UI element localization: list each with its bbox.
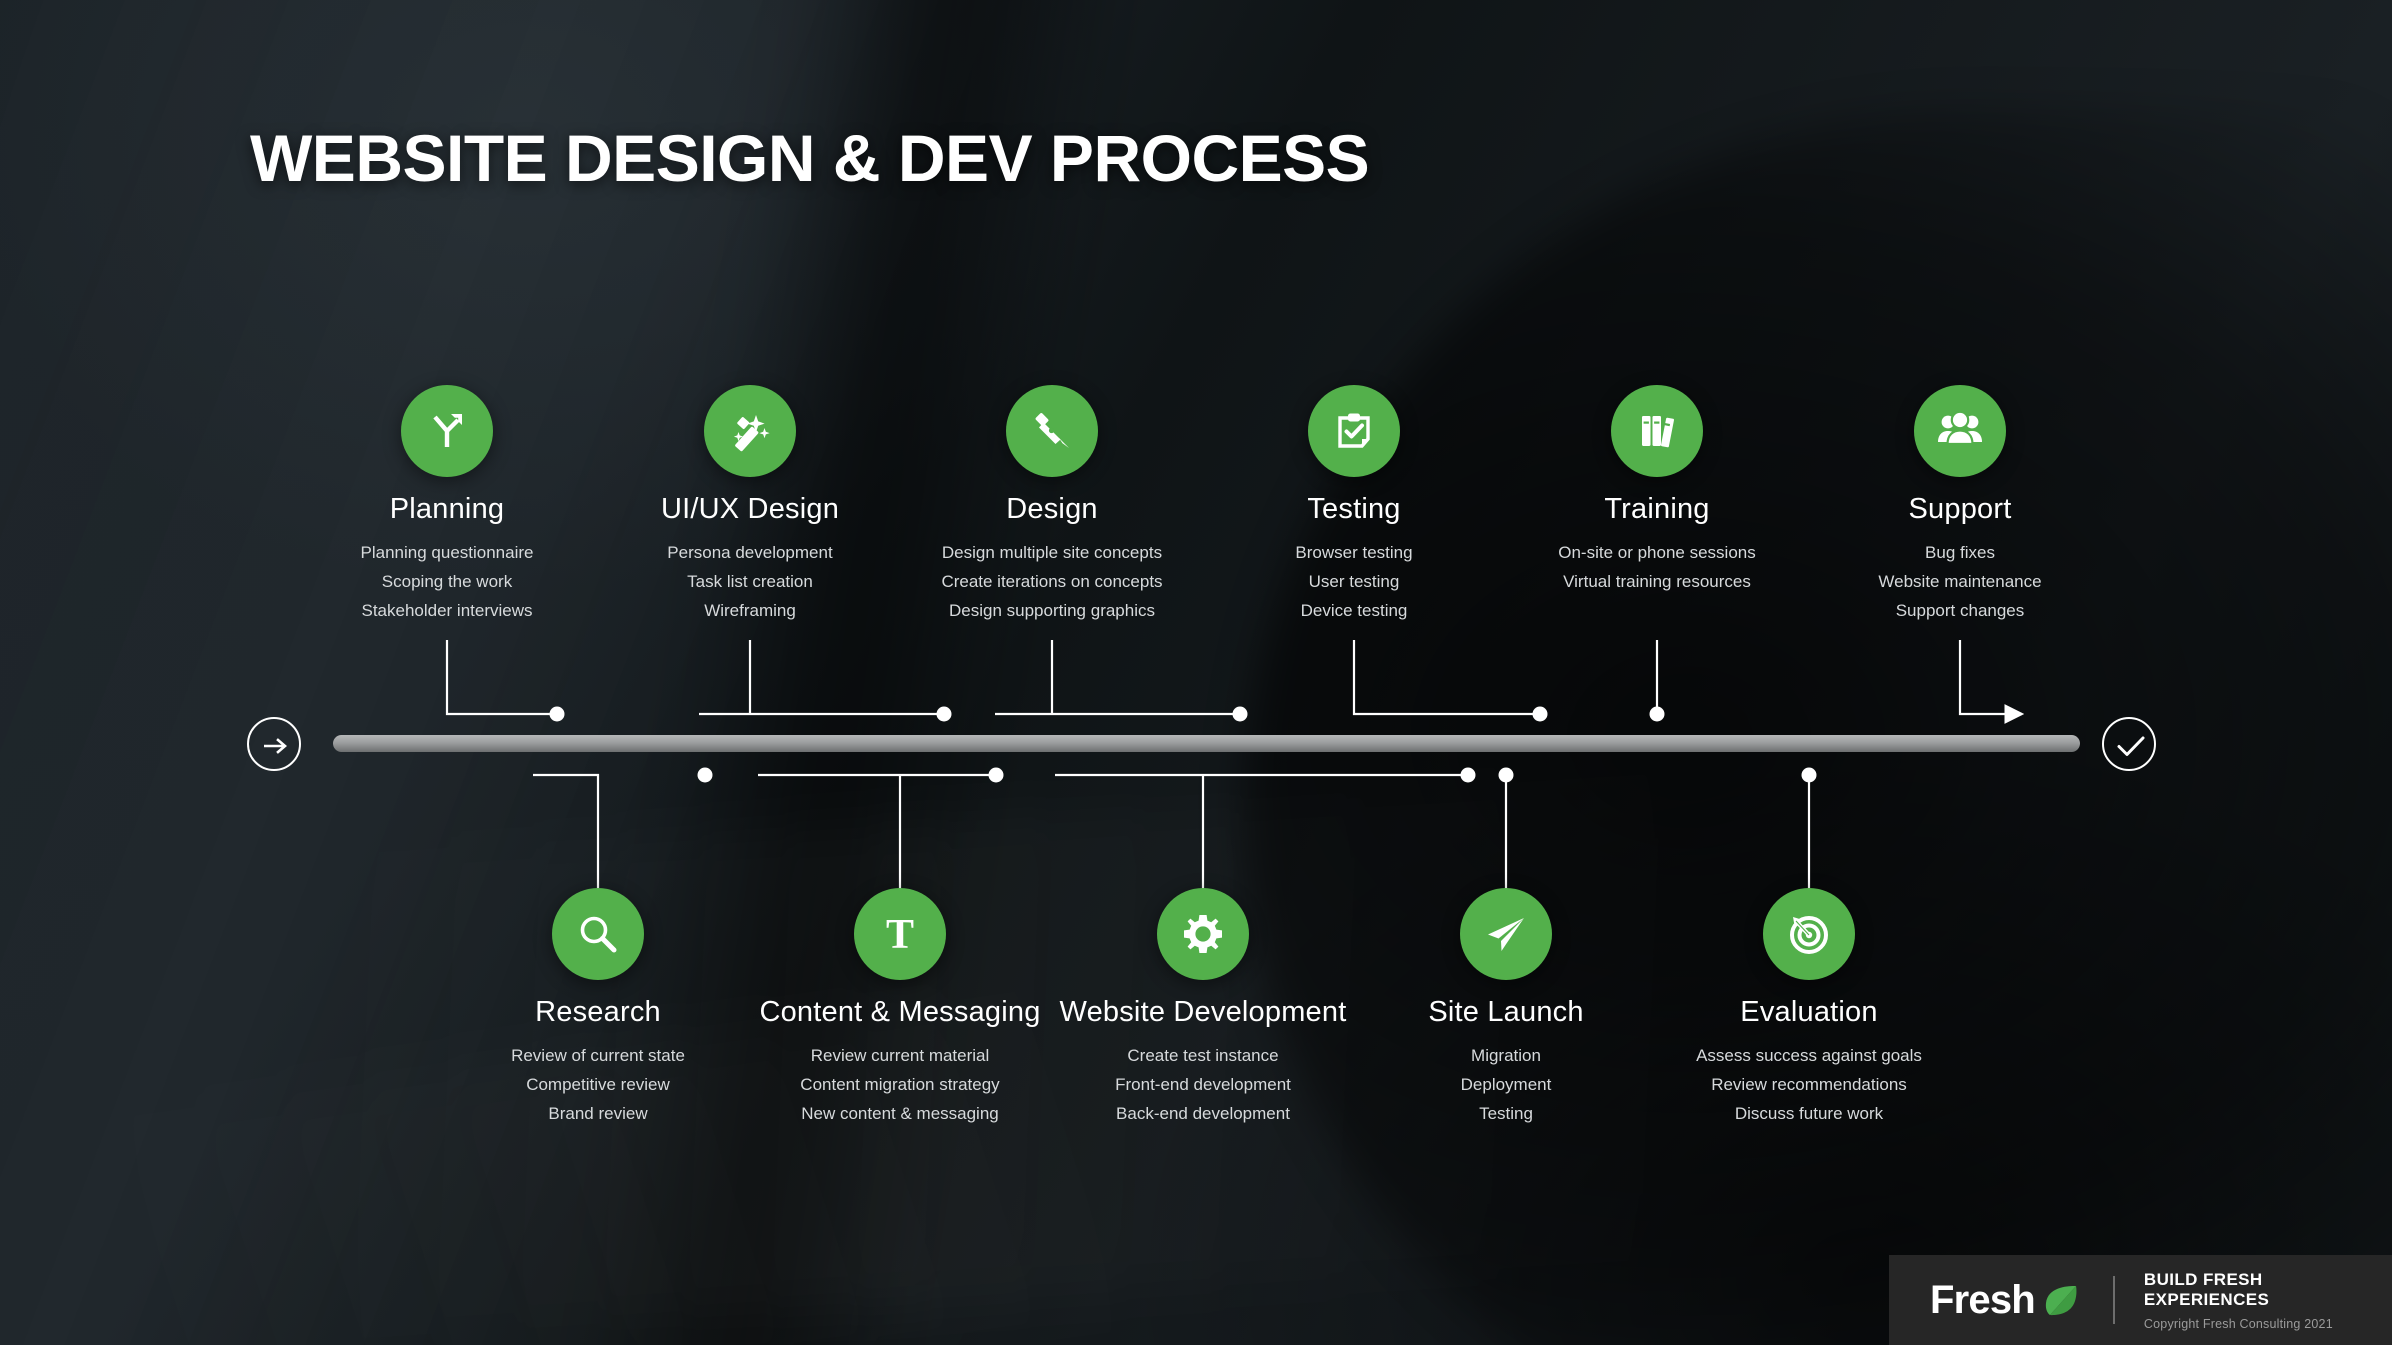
magnifying-glass-icon [580,916,617,953]
step-icon-bubble [704,385,796,477]
pen-nib-icon [1035,413,1069,448]
footer-copyright: Copyright Fresh Consulting 2021 [2143,1316,2333,1331]
step-bullets: Assess success against goals Review reco… [1619,1041,1999,1128]
background-sheen [0,0,1152,1345]
step-bullet: Discuss future work [1734,1104,1884,1123]
page-title: WEBSITE DESIGN & DEV PROCESS [250,121,1370,195]
magic-wand-sparkles-icon [733,415,770,452]
step-bullets: Bug fixes Website maintenance Support ch… [1770,538,2150,625]
clipboard-check-icon [1338,413,1370,448]
target-dart-icon [1790,916,1828,954]
step-bullet: Device testing [1300,601,1408,620]
background-vignette [1243,107,2392,1345]
svg-text:T: T [886,912,914,958]
step-icon-bubble [1460,888,1552,980]
fresh-logo[interactable]: Fresh [1930,1278,2080,1323]
step-icon-bubble [1611,385,1703,477]
step-bullet: Assess success against goals [1696,1046,1922,1065]
footer-brand-bar: Fresh BUILD FRESH EXPERIENCES Copyright … [1889,1255,2392,1345]
timeline-end-marker[interactable] [2102,717,2156,771]
gear-icon [1184,915,1222,953]
step-bullet: Website maintenance [1878,572,2042,591]
footer-tagline: BUILD FRESH EXPERIENCES [2143,1269,2270,1309]
step-evaluation[interactable]: Evaluation Assess success against goals … [1619,888,1999,1128]
step-title: Evaluation [1740,996,1878,1028]
books-icon [1642,416,1674,448]
step-icon-bubble [401,385,493,477]
step-support[interactable]: Support Bug fixes Website maintenance Su… [1770,385,2150,625]
arrow-right-circle-icon [264,738,287,754]
check-circle-icon [2117,736,2145,756]
fork-road-arrow-icon [433,414,462,447]
step-bullet: Bug fixes [1925,543,1995,562]
step-bullet: Support changes [1895,601,2025,620]
step-icon-bubble [1763,888,1855,980]
footer-divider [2112,1276,2115,1324]
footer-text-block: BUILD FRESH EXPERIENCES Copyright Fresh … [2144,1270,2392,1331]
timeline-start-marker[interactable] [247,717,301,771]
paper-plane-icon [1488,918,1524,951]
timeline-spine [333,735,2080,752]
step-icon-bubble [1308,385,1400,477]
step-icon-bubble: T [854,888,946,980]
timeline-connectors [445,640,2025,890]
step-icon-bubble [1914,385,2006,477]
fresh-wordmark: Fresh [1930,1277,2036,1322]
background-shadow-band [492,0,1182,1345]
step-bullet: Review recommendations [1711,1075,1907,1094]
step-title: Support [1908,493,2012,525]
text-t-icon: T [886,912,914,958]
step-icon-bubble [1157,888,1249,980]
leaf-icon [2045,1285,2077,1316]
people-group-icon [1938,410,1982,446]
step-icon-bubble [1006,385,1098,477]
infographic-canvas: WEBSITE DESIGN & DEV PROCESS Planning Pl… [0,0,2392,1345]
step-icon-bubble [552,888,644,980]
